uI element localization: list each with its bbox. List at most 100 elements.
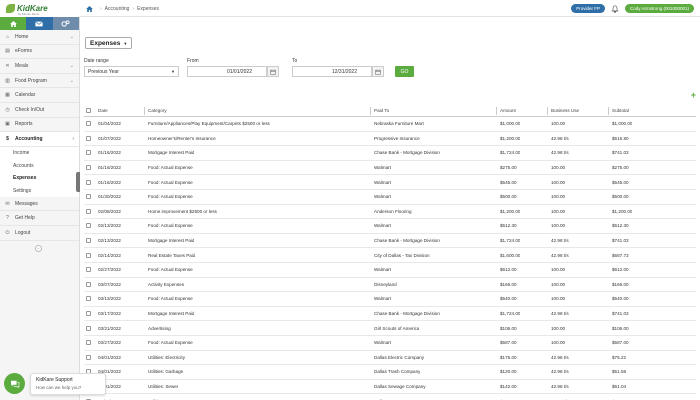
row-checkbox[interactable] — [86, 179, 91, 185]
check-icon: ◷ — [5, 106, 10, 113]
table-row[interactable]: 03/21/2022 Advertising Girl Scouts of Amer… — [84, 321, 696, 336]
cell-paid-to: Disneyland — [374, 281, 397, 287]
chevron-down-icon: ⌄ — [69, 77, 74, 84]
table-row[interactable]: 01/04/2022 Furniture/Appliances/Play Equi… — [84, 117, 696, 132]
sidebar-subitem-settings[interactable]: Settings — [0, 184, 79, 197]
header-amount[interactable]: Amount — [500, 108, 516, 113]
header-business-use[interactable]: Business Use — [551, 108, 579, 113]
sidebar-subitem-income[interactable]: Income — [0, 147, 79, 160]
cell-business-use: 100.00 — [551, 121, 566, 127]
sidebar-tab-settings[interactable] — [52, 17, 79, 30]
date-range-select[interactable]: Previous Year ▼ — [84, 66, 179, 77]
to-calendar-button[interactable] — [372, 66, 384, 77]
table-row[interactable]: 02/13/2022 Mortgage Interest Paid Chase Ba… — [84, 234, 696, 249]
breadcrumb-accounting[interactable]: Accounting — [105, 6, 130, 12]
logo[interactable]: KidKare by Minute Menu — [0, 0, 80, 17]
row-checkbox[interactable] — [86, 208, 91, 214]
sidebar-item-check-in-out[interactable]: ◷ Check In/Out — [0, 103, 79, 118]
provider-badge[interactable]: Provider FP — [571, 4, 605, 13]
table-row[interactable]: 01/16/2022 Mortgage Interest Paid Chase Ba… — [84, 146, 696, 161]
sidebar-item-messages[interactable]: ✉ Messages — [0, 197, 79, 212]
cell-paid-to: City of Dallas - Tax Division — [374, 252, 430, 258]
row-checkbox[interactable] — [86, 311, 91, 317]
header-date[interactable]: Date — [98, 108, 108, 113]
row-checkbox[interactable] — [86, 194, 91, 200]
cell-category: Utilities: Electricity — [148, 354, 186, 360]
row-checkbox[interactable] — [86, 267, 91, 273]
chat-button[interactable] — [4, 373, 25, 394]
row-checkbox[interactable] — [86, 296, 91, 302]
select-all-checkbox[interactable] — [86, 108, 91, 113]
go-button[interactable]: GO — [395, 66, 414, 77]
row-checkbox[interactable] — [86, 135, 91, 141]
user-badge[interactable]: Cody Armstrong (001000001) — [624, 4, 694, 13]
row-checkbox[interactable] — [86, 150, 91, 156]
sidebar-item-label: Calendar — [15, 92, 36, 99]
cell-paid-to: Anderson Flooring — [374, 208, 412, 214]
sidebar-tab-messages[interactable] — [26, 17, 53, 30]
to-date-input[interactable]: 12/31/2022 — [292, 66, 372, 77]
table-row[interactable]: 03/13/2022 Food: Actual Expense Walmart $54… — [84, 292, 696, 307]
table-row[interactable]: 02/27/2022 Food: Actual Expense Walmart $61… — [84, 263, 696, 278]
add-expense-button[interactable]: + — [691, 90, 696, 100]
sidebar-subitem-accounts[interactable]: Accounts — [0, 159, 79, 172]
sidebar-item-get-help[interactable]: ? Get Help — [0, 211, 79, 226]
table-row[interactable]: 04/01/2022 Utilities: Garbage Dallas Trash… — [84, 365, 696, 380]
sidebar-item-eforms[interactable]: ▤ eForms — [0, 45, 79, 60]
cell-business-use: 42.98 t/s — [551, 354, 569, 360]
from-date-value: 01/01/2022 — [226, 68, 252, 75]
row-checkbox[interactable] — [86, 121, 91, 127]
table-row[interactable]: 04/01/2022 Utilities: Sewer Dallas Sewage … — [84, 380, 696, 395]
accounting-submenu: Income Accounts Expenses Settings — [0, 146, 79, 197]
row-checkbox[interactable] — [86, 340, 91, 346]
envelope-icon — [35, 20, 44, 26]
page-type-dropdown[interactable]: Expenses ▼ — [85, 37, 133, 49]
cell-amount: $1,200.00 — [500, 135, 521, 141]
table-row[interactable]: 02/08/2022 Home improvement $2500 or less… — [84, 205, 696, 220]
table-row[interactable]: 03/17/2022 Mortgage Interest Paid Chase Ba… — [84, 307, 696, 322]
chat-icon — [10, 380, 19, 388]
sidebar-item-meals[interactable]: ✕ Meals ⌄ — [0, 59, 79, 74]
header-paid-to[interactable]: Paid To — [374, 108, 389, 113]
from-date-input[interactable]: 01/01/2022 — [187, 66, 267, 77]
sidebar-item-food-program[interactable]: ▥ Food Program ⌄ — [0, 74, 79, 89]
sidebar-item-calendar[interactable]: ▦ Calendar — [0, 88, 79, 103]
sidebar-tab-home[interactable] — [0, 17, 27, 30]
sidebar: ⌂ Home ⌄ ▤ eForms ✕ Meals ⌄ ▥ Food Progr… — [0, 17, 80, 400]
chat-popup[interactable]: KidKare Support How can we help you? — [30, 373, 106, 395]
cell-paid-to: Walmart — [374, 165, 391, 171]
cell-paid-to: Chase Bank - Mortgage Division — [374, 150, 440, 156]
sidebar-item-reports[interactable]: ▣ Reports — [0, 118, 79, 133]
table-row[interactable]: 04/01/2022Utilities: WaterDallas Water C… — [84, 394, 696, 400]
table-row[interactable]: 01/30/2022 Food: Actual Expense Walmart $50… — [84, 190, 696, 205]
table-row[interactable]: 03/07/2022 Activity Expenses Disneyland $16… — [84, 278, 696, 293]
collapse-sidebar-button[interactable]: ^ — [35, 245, 42, 252]
table-row[interactable]: 02/13/2022 Food: Actual Expense Walmart $51… — [84, 219, 696, 234]
row-checkbox[interactable] — [86, 325, 91, 331]
row-checkbox[interactable] — [86, 165, 91, 171]
home-icon[interactable] — [86, 5, 93, 12]
cell-paid-to: Dallas Electric Company — [374, 354, 425, 360]
table-row[interactable]: 03/27/2022 Food: Actual Expense Walmart $58… — [84, 336, 696, 351]
row-checkbox[interactable] — [86, 238, 91, 244]
sidebar-item-home[interactable]: ⌂ Home ⌄ — [0, 30, 79, 45]
row-checkbox[interactable] — [86, 223, 91, 229]
bell-icon[interactable] — [611, 4, 619, 13]
table-row[interactable]: 01/07/2022 Homeowner's/Renter's Insurance… — [84, 132, 696, 147]
sidebar-subitem-expenses[interactable]: Expenses — [0, 172, 79, 185]
row-checkbox[interactable] — [86, 354, 91, 360]
table-row[interactable]: 01/16/2022 Food: Actual Expense Walmart $27… — [84, 161, 696, 176]
cell-subtotal: $1,000.00 — [612, 121, 633, 127]
from-calendar-button[interactable] — [267, 66, 279, 77]
sidebar-item-accounting[interactable]: $ Accounting › — [0, 132, 79, 147]
row-checkbox[interactable] — [86, 252, 91, 258]
row-checkbox[interactable] — [86, 281, 91, 287]
header-subtotal[interactable]: Subtotal — [612, 108, 629, 113]
header-category[interactable]: Category — [148, 108, 167, 113]
cell-date: 01/07/2022 — [98, 135, 121, 141]
sidebar-item-logout[interactable]: ⏻ Logout — [0, 226, 79, 241]
table-row[interactable]: 04/01/2022 Utilities: Electricity Dallas E… — [84, 351, 696, 366]
table-row[interactable]: 01/16/2022 Food: Actual Expense Walmart $54… — [84, 175, 696, 190]
table-row[interactable]: 02/14/2022 Real Estate Taxes Paid City of … — [84, 248, 696, 263]
cell-subtotal: $1,200.00 — [612, 208, 633, 214]
